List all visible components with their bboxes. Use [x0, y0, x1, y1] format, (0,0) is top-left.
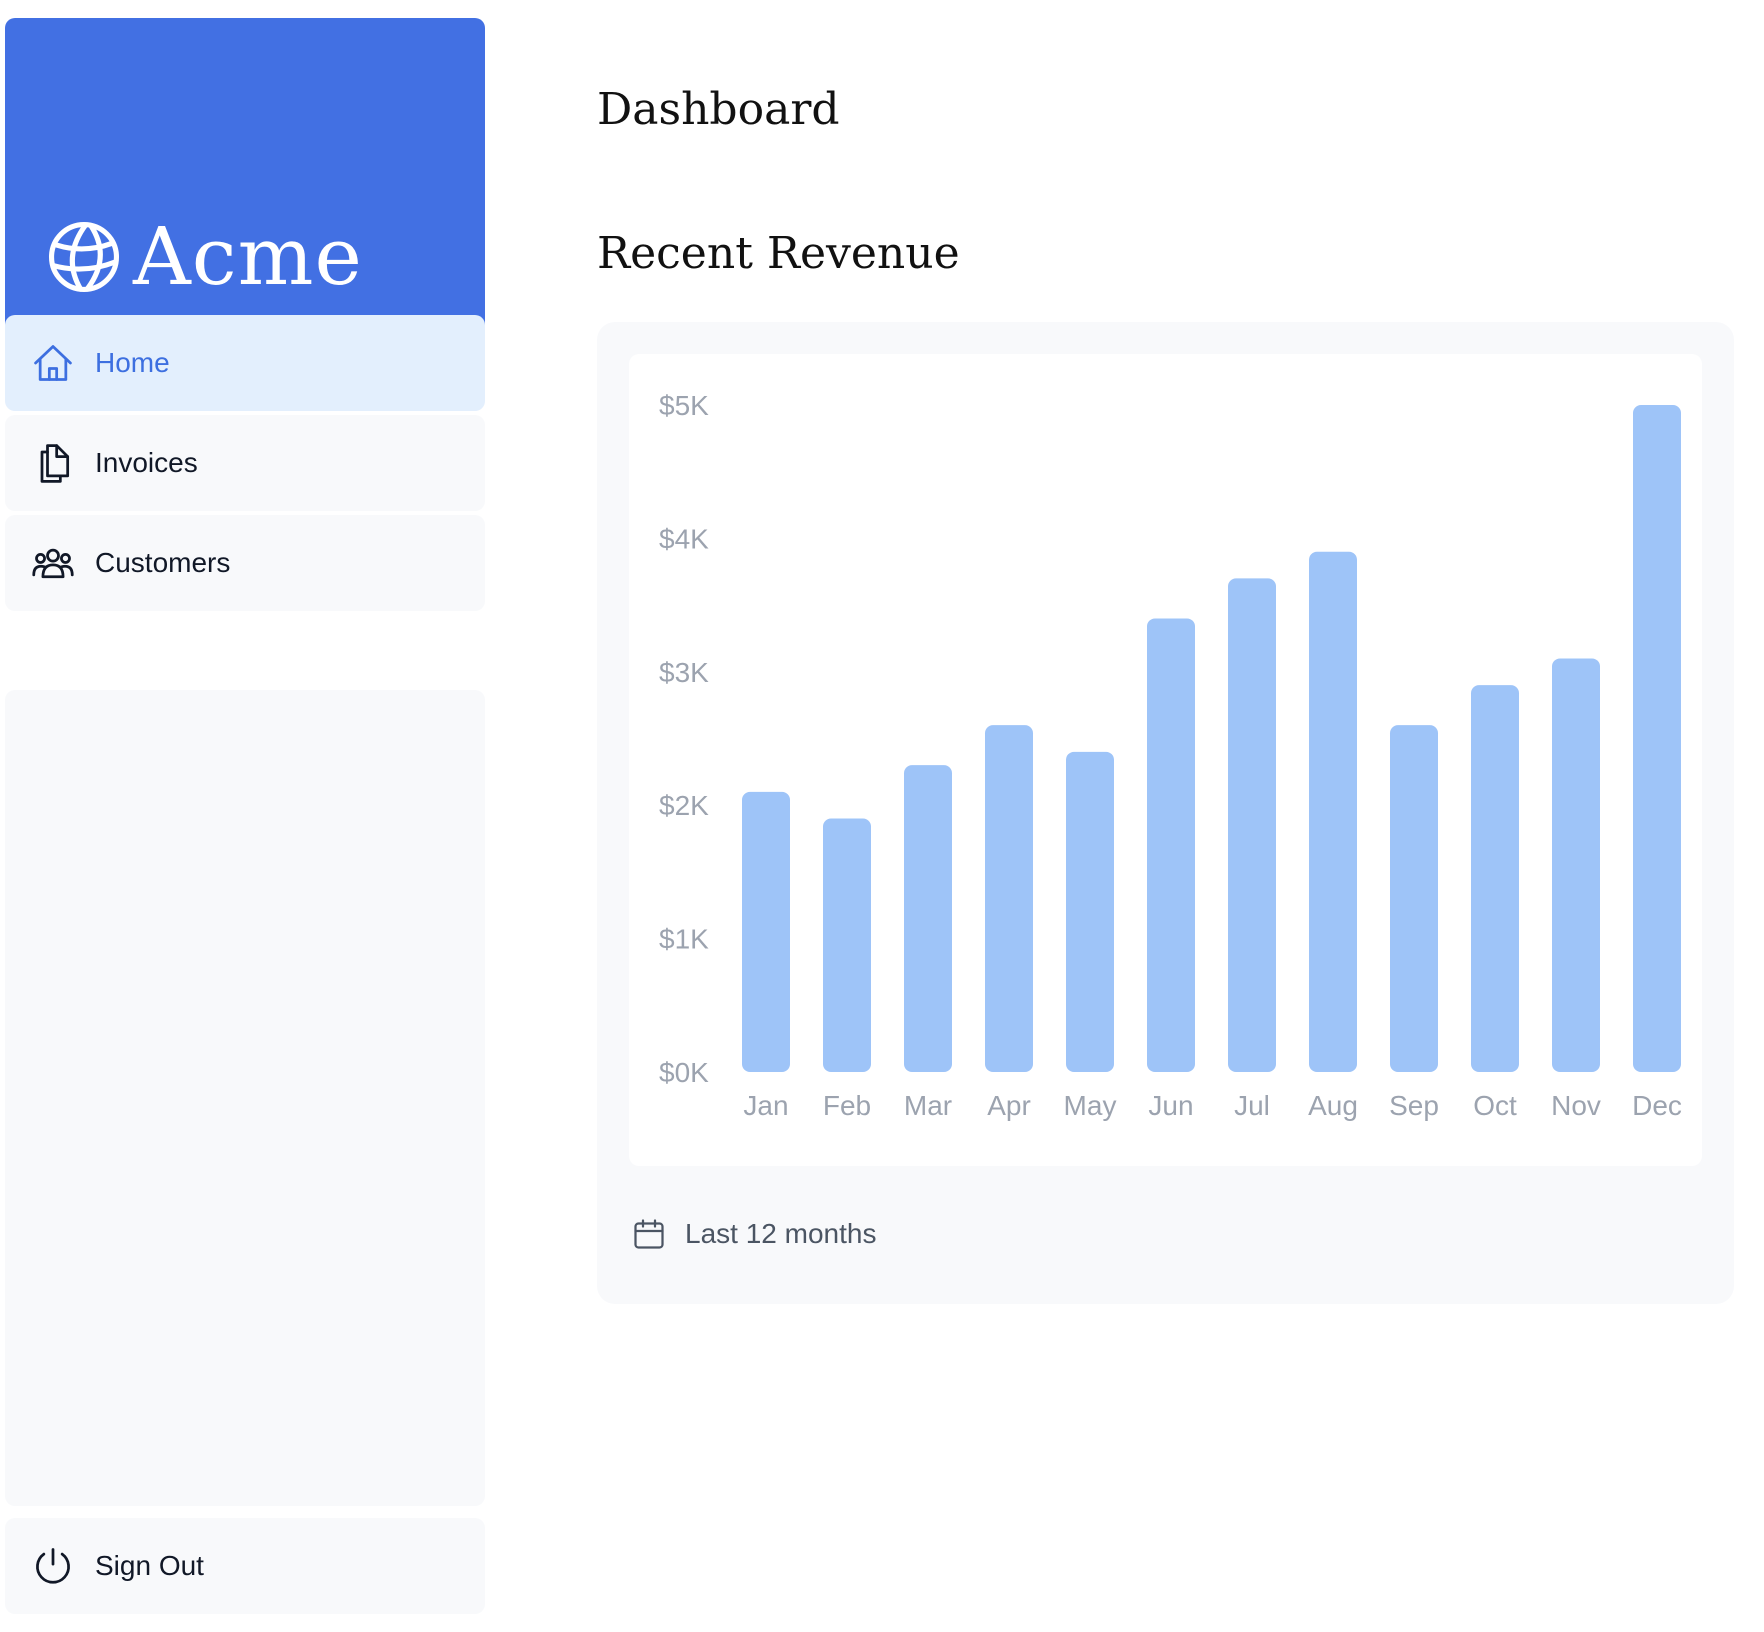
sign-out-button[interactable]: Sign Out — [5, 1518, 485, 1614]
globe-icon — [48, 221, 120, 293]
x-tick-label: May — [1064, 1090, 1117, 1121]
sidebar-item-label: Home — [95, 347, 170, 378]
power-icon — [36, 1548, 70, 1584]
bar-jul — [1228, 578, 1276, 1072]
bar-feb — [823, 818, 871, 1072]
calendar-icon — [634, 1219, 664, 1249]
chart-period-label: Last 12 months — [685, 1218, 877, 1249]
bar-apr — [985, 725, 1033, 1072]
bar-aug — [1309, 551, 1357, 1072]
x-tick-label: Mar — [904, 1090, 952, 1121]
sidebar-item-customers[interactable]: Customers — [5, 515, 485, 611]
x-tick-label: Oct — [1473, 1090, 1517, 1121]
sign-out-label: Sign Out — [95, 1550, 204, 1581]
bar-jan — [742, 791, 790, 1072]
y-tick-label: $2K — [659, 790, 709, 821]
sidebar: Acme Home Invoices Customers Sign Out — [5, 18, 485, 1614]
revenue-chart: $5K $4K $3K $2K $1K $0K Jan Feb Mar Apr May Jun Jul A… — [659, 390, 1682, 1121]
sidebar-item-invoices[interactable]: Invoices — [5, 415, 485, 511]
x-tick-label: Jul — [1234, 1090, 1270, 1121]
user-group-icon — [32, 548, 74, 579]
x-tick-label: Jun — [1148, 1090, 1193, 1121]
bar-may — [1066, 751, 1114, 1072]
y-tick-label: $0K — [659, 1057, 709, 1088]
x-tick-label: Feb — [823, 1090, 871, 1121]
y-tick-label: $1K — [659, 924, 709, 955]
bar-mar — [904, 765, 952, 1072]
x-tick-label: Nov — [1551, 1090, 1601, 1121]
bar-oct — [1471, 685, 1519, 1072]
sidebar-item-label: Invoices — [95, 447, 198, 478]
home-icon — [34, 345, 72, 381]
revenue-card: $5K $4K $3K $2K $1K $0K Jan Feb Mar Apr May Jun Jul A… — [597, 322, 1734, 1304]
revenue-title: Recent Revenue — [597, 228, 960, 279]
brand-logo-content: Acme — [43, 216, 363, 298]
sidebar-spacer — [5, 690, 485, 1506]
bar-nov — [1552, 658, 1600, 1072]
x-tick-label: Jan — [743, 1090, 788, 1121]
brand-name: Acme — [133, 210, 363, 303]
y-tick-label: $5K — [659, 390, 709, 421]
chart-footer: Last 12 months — [631, 1216, 876, 1252]
x-tick-label: Aug — [1308, 1090, 1358, 1121]
bar-dec — [1633, 405, 1681, 1072]
document-duplicate-icon — [40, 444, 70, 483]
x-tick-label: Dec — [1632, 1090, 1682, 1121]
sidebar-item-label: Customers — [95, 547, 231, 578]
x-tick-label: Sep — [1389, 1090, 1439, 1121]
sidebar-item-home[interactable]: Home — [5, 315, 485, 411]
bar-sep — [1390, 725, 1438, 1072]
page-title: Dashboard — [597, 84, 840, 135]
brand-logo[interactable]: Acme — [5, 18, 485, 338]
x-tick-label: Apr — [987, 1090, 1031, 1121]
bar-jun — [1147, 618, 1195, 1072]
revenue-chart-container: $5K $4K $3K $2K $1K $0K Jan Feb Mar Apr May Jun Jul A… — [629, 354, 1702, 1166]
y-tick-label: $4K — [659, 523, 709, 554]
y-tick-label: $3K — [659, 657, 709, 688]
